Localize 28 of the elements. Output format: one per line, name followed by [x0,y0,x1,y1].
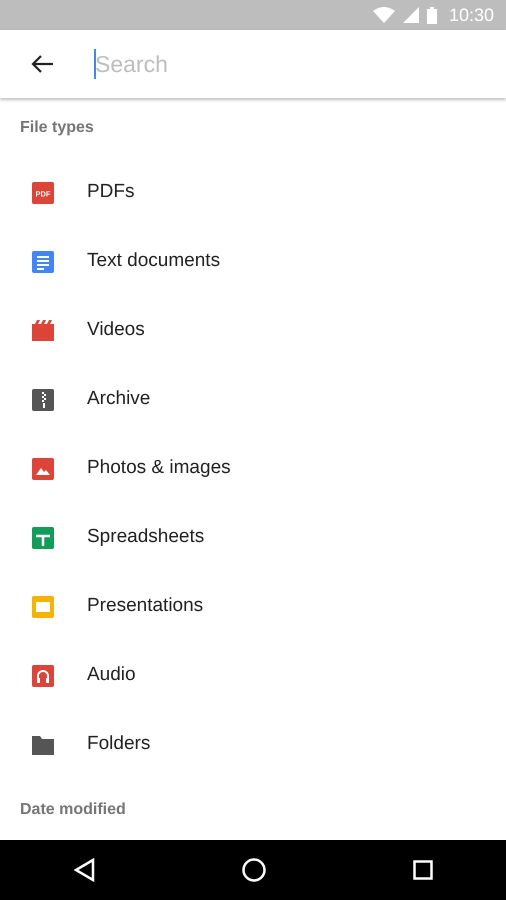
image-icon [32,458,54,480]
file-type-item[interactable]: PDFs [87,178,134,207]
signal-icon [402,7,419,23]
folder-icon [32,734,54,756]
file-type-item[interactable]: Audio [87,661,136,690]
file-type-item[interactable]: Presentations [87,592,204,621]
file-type-item[interactable]: Archive [87,385,150,414]
section-header: File types [20,118,94,138]
back-icon[interactable] [73,858,96,882]
battery-icon [426,6,437,24]
home-icon[interactable] [242,858,266,882]
document-icon [32,250,54,272]
presentation-icon [32,596,54,618]
file-type-item[interactable]: Text documents [87,247,220,276]
recents-icon[interactable] [412,860,433,880]
file-type-item[interactable]: Videos [87,316,145,345]
headphones-icon [32,664,54,686]
file-type-item[interactable]: Spreadsheets [87,523,204,552]
wifi-icon [372,7,395,23]
file-type-item[interactable]: Folders [87,730,150,759]
zip-file-icon [32,388,54,410]
status-time: 10:30 [448,4,494,26]
section-header: Date modified [20,800,126,820]
search-field[interactable]: Search [95,46,435,82]
spreadsheet-icon [32,526,54,548]
file-type-item[interactable]: Photos & images [87,454,231,483]
back-arrow-icon[interactable] [30,54,54,74]
clapperboard-icon [32,320,54,342]
